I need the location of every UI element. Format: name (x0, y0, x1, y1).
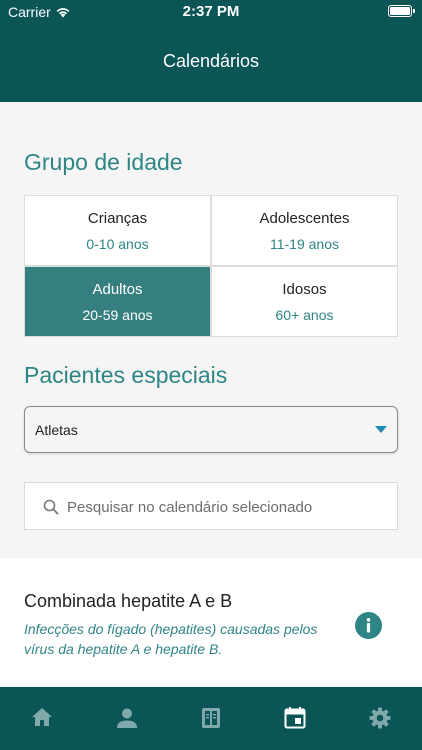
age-option-range: 11-19 anos (269, 235, 339, 252)
vaccine-title: Combinada hepatite A e B (24, 591, 233, 611)
chevron-down-icon (375, 426, 387, 433)
age-option-adolescentes[interactable]: Adolescentes 11-19 anos (212, 196, 397, 265)
tab-home[interactable] (0, 687, 84, 750)
age-option-idosos[interactable]: Idosos 60+ anos (212, 267, 397, 336)
age-option-criancas[interactable]: Crianças 0-10 anos (25, 196, 210, 265)
age-option-label: Crianças (87, 209, 148, 227)
tab-bar (0, 687, 422, 750)
battery-icon (388, 5, 415, 17)
gear-icon (369, 707, 391, 729)
info-icon[interactable] (355, 612, 382, 639)
status-time: 2:37 PM (182, 3, 240, 20)
age-option-adultos[interactable]: Adultos 20-59 anos (25, 267, 210, 336)
age-option-label: Adultos (92, 280, 143, 298)
status-bar: Carrier 2:37 PM (0, 0, 422, 24)
age-group-selector: Crianças 0-10 anos Adolescentes 11-19 an… (24, 195, 398, 337)
page-title: Calendários (162, 51, 260, 71)
navigation-header: Carrier 2:37 PM Calendários (0, 0, 422, 102)
home-icon (32, 708, 53, 726)
age-option-range: 60+ anos (275, 306, 334, 323)
search-bar (24, 482, 398, 530)
special-patients-heading: Pacientes especiais (24, 362, 228, 388)
calendar-icon (284, 707, 306, 729)
person-icon (116, 708, 137, 728)
tab-profile[interactable] (84, 687, 168, 750)
special-patients-dropdown[interactable]: Atletas (24, 406, 398, 453)
tab-settings[interactable] (338, 687, 422, 750)
tab-library[interactable] (169, 687, 253, 750)
book-icon (202, 708, 221, 728)
age-option-label: Idosos (282, 280, 327, 298)
age-option-range: 0-10 anos (86, 235, 149, 252)
search-input[interactable] (67, 495, 387, 519)
dropdown-selected-value: Atletas (35, 422, 78, 438)
vaccine-description: Infecções do fígado (hepatites) causadas… (24, 621, 318, 657)
age-option-range: 20-59 anos (82, 306, 153, 323)
age-group-heading: Grupo de idade (24, 149, 183, 175)
age-option-label: Adolescentes (259, 209, 350, 227)
tab-calendar[interactable] (253, 687, 337, 750)
search-icon (43, 499, 59, 515)
